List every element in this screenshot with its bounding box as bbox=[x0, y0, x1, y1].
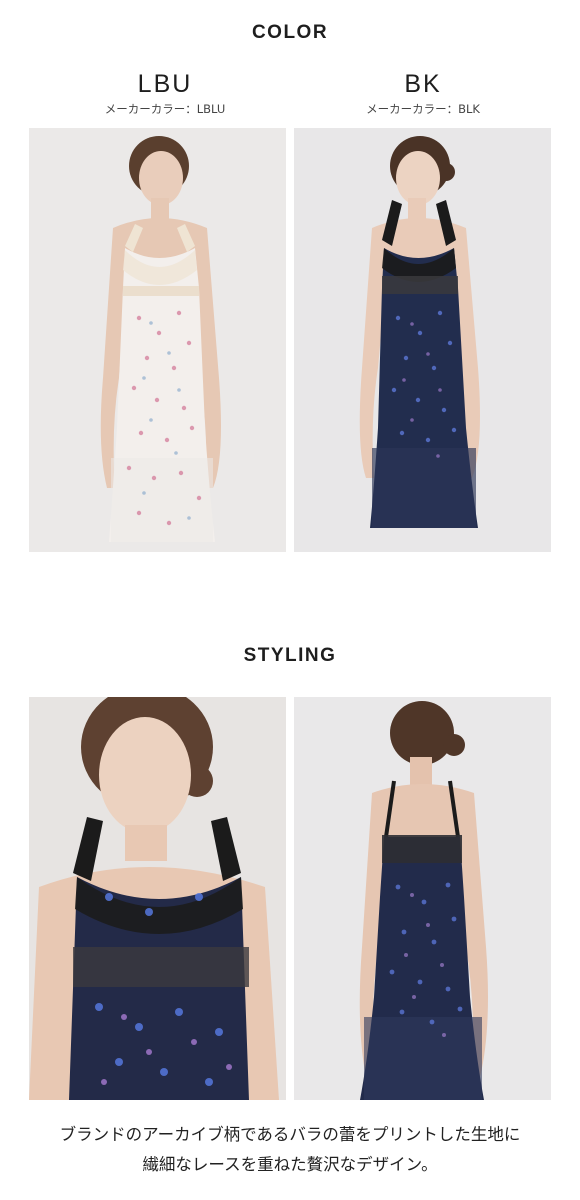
product-photo-lbu[interactable] bbox=[29, 128, 286, 552]
variant-code-lbu: LBU bbox=[137, 70, 193, 98]
caption-line-1: ブランドのアーカイブ柄であるバラの蕾をプリントした生地に bbox=[59, 1125, 521, 1144]
variant-maker-color-bk: メーカーカラー：BLK bbox=[366, 102, 480, 116]
caption-line-2: 繊細なレースを重ねた贅沢なデザイン。 bbox=[142, 1155, 438, 1174]
color-section-title: COLOR bbox=[251, 22, 329, 43]
styling-section-title: STYLING bbox=[243, 645, 337, 666]
variant-maker-color-lbu: メーカーカラー：LBLU bbox=[104, 102, 226, 116]
variant-code-bk: BK bbox=[404, 70, 442, 98]
product-photo-bk[interactable] bbox=[294, 128, 551, 552]
styling-photo-back[interactable] bbox=[294, 697, 551, 1100]
styling-photo-front[interactable] bbox=[29, 697, 286, 1100]
